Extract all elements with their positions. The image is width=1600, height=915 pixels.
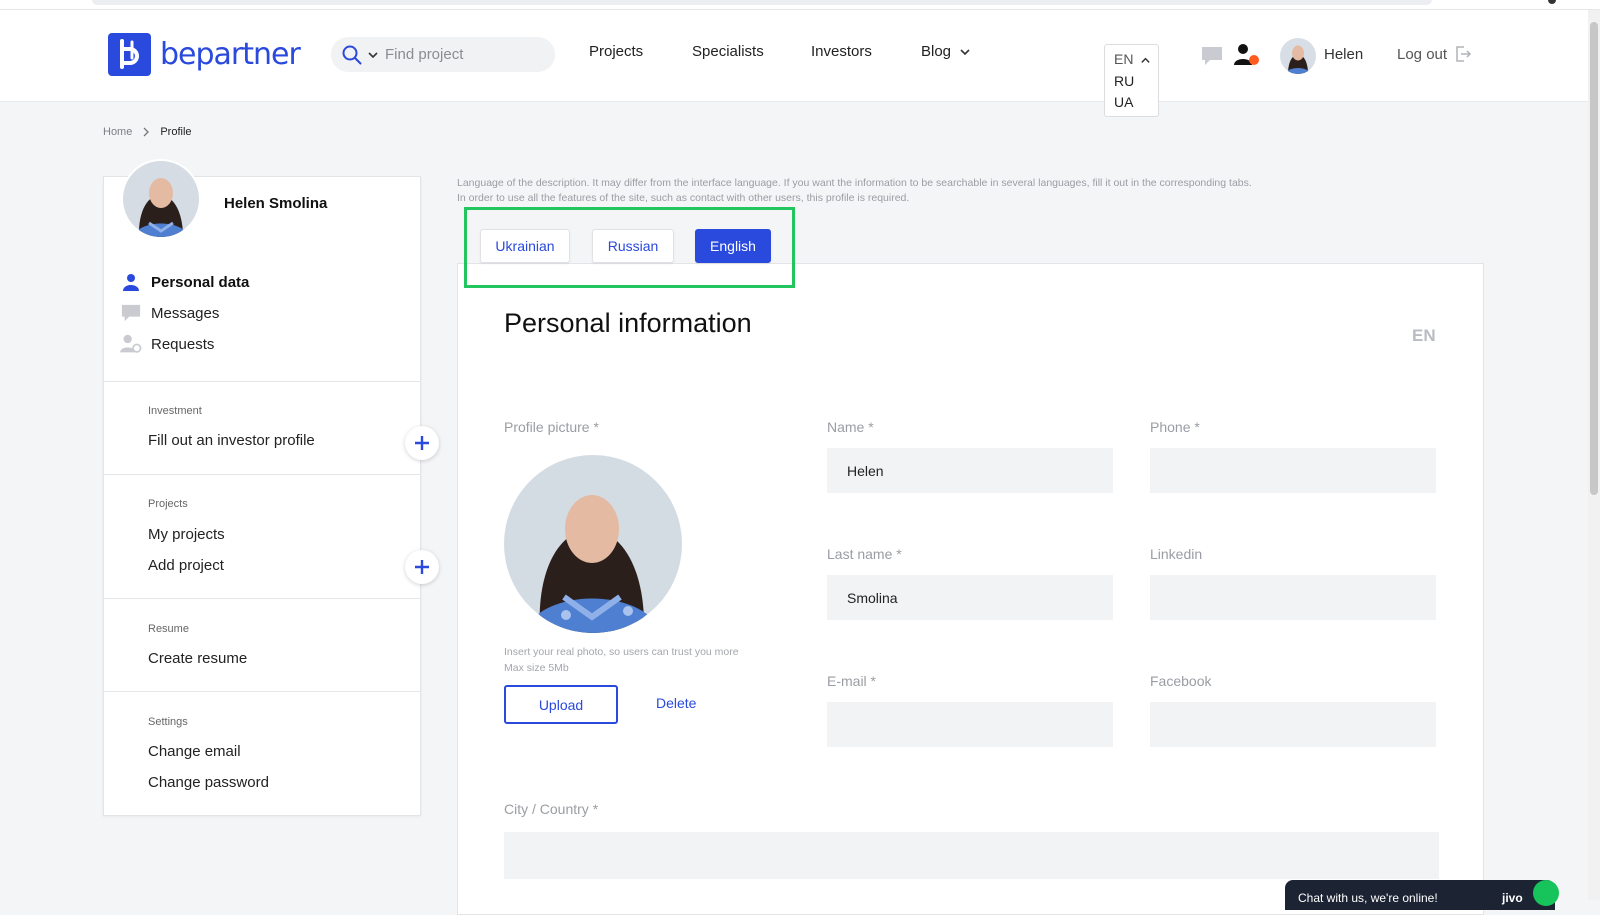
search-icon[interactable]	[341, 44, 363, 66]
nav-blog[interactable]: Blog	[921, 43, 971, 60]
requests-icon	[120, 334, 142, 353]
divider	[104, 381, 420, 382]
section-label-projects: Projects	[148, 498, 188, 510]
breadcrumb-current: Profile	[160, 126, 192, 138]
add-project-button[interactable]	[405, 550, 439, 584]
email-input[interactable]	[827, 702, 1113, 747]
sidebar-item-messages[interactable]: Messages	[119, 302, 219, 324]
sidebar-item-label: Requests	[151, 335, 215, 353]
divider	[104, 691, 420, 692]
search-input[interactable]	[383, 45, 547, 64]
chevron-right-icon	[143, 127, 150, 137]
header-user-name[interactable]: Helen	[1324, 46, 1363, 63]
last-name-label: Last name *	[827, 546, 902, 562]
breadcrumb: Home Profile	[103, 126, 192, 138]
upload-button[interactable]: Upload	[504, 685, 618, 724]
delete-photo-link[interactable]: Delete	[656, 695, 696, 711]
sidebar-item-label: Personal data	[151, 273, 250, 291]
browser-top-strip	[0, 0, 1600, 10]
profile-picture	[504, 455, 682, 633]
sidebar-link-investor-profile[interactable]: Fill out an investor profile	[148, 432, 315, 449]
address-bar-edge	[92, 0, 1432, 5]
tab-ukrainian[interactable]: Ukrainian	[480, 229, 570, 263]
divider	[104, 474, 420, 475]
logo-text: bepartner	[160, 36, 301, 72]
sidebar-link-change-email[interactable]: Change email	[148, 743, 241, 760]
logout-label: Log out	[1397, 45, 1448, 63]
requests-icon[interactable]	[1234, 43, 1260, 67]
name-input[interactable]	[827, 448, 1113, 493]
messages-icon[interactable]	[1201, 45, 1223, 67]
city-country-input[interactable]	[504, 832, 1439, 879]
user-icon	[123, 274, 139, 291]
logout-link[interactable]: Log out	[1397, 45, 1472, 63]
facebook-label: Facebook	[1150, 673, 1212, 689]
name-label: Name *	[827, 419, 874, 435]
plus-icon	[415, 560, 429, 574]
linkedin-input[interactable]	[1150, 575, 1436, 620]
language-option-ua[interactable]: UA	[1114, 94, 1133, 110]
logo[interactable]: bepartner	[108, 32, 301, 76]
sidebar-avatar	[121, 159, 201, 239]
chat-status-icon[interactable]	[1533, 880, 1559, 906]
chevron-down-icon	[960, 48, 970, 55]
linkedin-label: Linkedin	[1150, 546, 1203, 562]
sidebar-link-create-resume[interactable]: Create resume	[148, 650, 247, 667]
language-hint: Language of the description. It may diff…	[457, 176, 1357, 206]
add-investor-profile-button[interactable]	[405, 426, 439, 460]
email-label: E-mail *	[827, 673, 877, 689]
sidebar-link-add-project[interactable]: Add project	[148, 557, 224, 574]
sidebar-item-label: Messages	[151, 304, 220, 322]
chat-widget[interactable]: Chat with us, we're online! jivo	[1285, 880, 1555, 910]
tab-russian[interactable]: Russian	[592, 229, 674, 263]
city-country-label: City / Country *	[504, 801, 599, 817]
scrollbar-thumb[interactable]	[1590, 22, 1598, 495]
site-header: bepartner Projects Specialists Investors…	[0, 10, 1600, 117]
language-option-en[interactable]: EN	[1114, 51, 1133, 67]
tab-english[interactable]: English	[695, 229, 771, 263]
nav-blog-label: Blog	[921, 43, 952, 60]
browser-indicator-dot	[1548, 0, 1556, 4]
sidebar-link-my-projects[interactable]: My projects	[148, 526, 225, 543]
profile-picture-label: Profile picture *	[504, 419, 599, 435]
personal-information-card: Personal information EN Profile picture …	[457, 263, 1484, 915]
section-label-investment: Investment	[148, 405, 202, 417]
search-bar[interactable]	[331, 37, 555, 72]
logo-mark-icon	[108, 32, 151, 76]
sidebar-link-change-password[interactable]: Change password	[148, 774, 269, 791]
divider	[104, 598, 420, 599]
page-title: Personal information	[504, 308, 752, 338]
section-label-settings: Settings	[148, 716, 188, 728]
user-avatar[interactable]	[1280, 38, 1316, 74]
sidebar-item-requests[interactable]: Requests	[119, 333, 214, 355]
nav-projects[interactable]: Projects	[589, 43, 643, 60]
sidebar-item-personal-data[interactable]: Personal data	[119, 271, 249, 293]
phone-input[interactable]	[1150, 448, 1436, 493]
nav-investors[interactable]: Investors	[811, 43, 872, 60]
language-hint-line-2: In order to use all the features of the …	[457, 192, 910, 204]
photo-hint: Insert your real photo, so users can tru…	[504, 644, 739, 676]
photo-hint-line-2: Max size 5Mb	[504, 662, 569, 674]
profile-sidebar: Helen Smolina Personal data Messages Req…	[103, 159, 439, 816]
chat-widget-text: Chat with us, we're online!	[1298, 891, 1438, 905]
logout-icon	[1456, 46, 1472, 62]
sidebar-user-name: Helen Smolina	[224, 195, 328, 212]
nav-specialists[interactable]: Specialists	[692, 43, 764, 60]
messages-icon	[121, 304, 141, 322]
language-hint-line-1: Language of the description. It may diff…	[457, 177, 1252, 189]
facebook-input[interactable]	[1150, 702, 1436, 747]
last-name-input[interactable]	[827, 575, 1113, 620]
chevron-up-icon[interactable]	[1140, 55, 1151, 66]
section-label-resume: Resume	[148, 623, 189, 635]
plus-icon	[415, 436, 429, 450]
language-dropdown[interactable]: EN RU UA	[1104, 44, 1159, 117]
chevron-down-icon[interactable]	[367, 49, 379, 61]
photo-hint-line-1: Insert your real photo, so users can tru…	[504, 646, 739, 658]
breadcrumb-home[interactable]: Home	[103, 126, 132, 138]
phone-label: Phone *	[1150, 419, 1200, 435]
chat-widget-brand: jivo	[1502, 891, 1523, 905]
content-language-badge: EN	[1412, 326, 1436, 345]
language-option-ru[interactable]: RU	[1114, 73, 1134, 89]
